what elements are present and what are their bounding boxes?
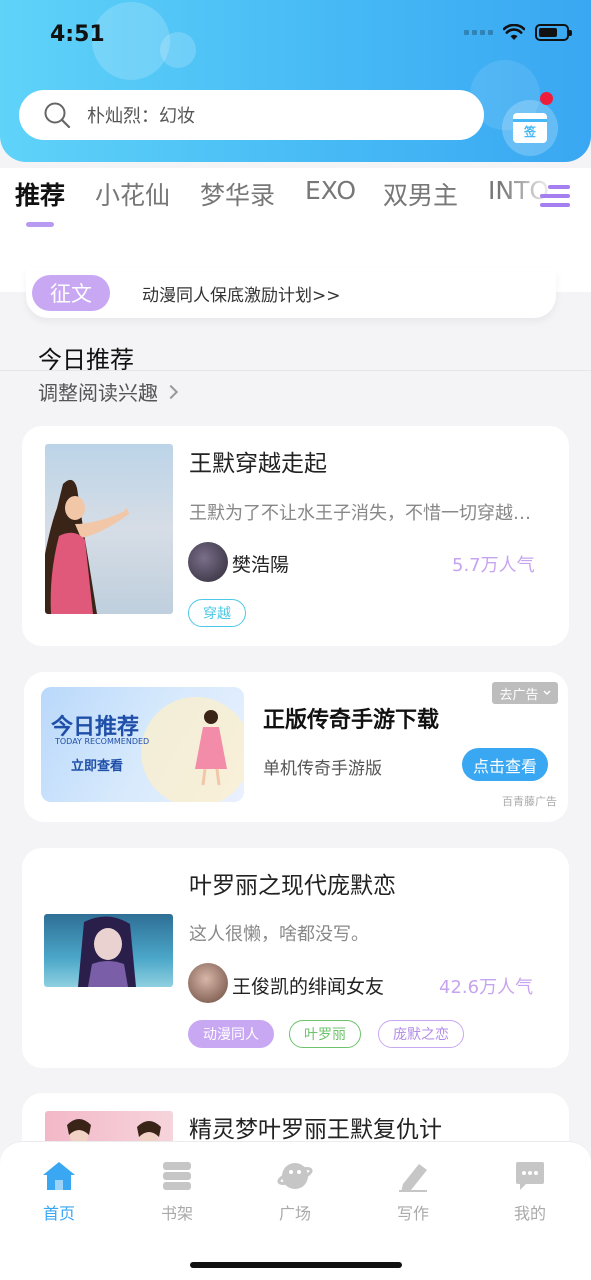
notice-text: 动漫同人保底激励计划>> [142, 285, 341, 306]
book-tag[interactable]: 穿越 [188, 599, 246, 627]
ad-source: 百青藤广告 [502, 795, 557, 808]
search-icon [44, 102, 71, 129]
popularity-count: 42.6万人气 [439, 977, 534, 998]
tab-indicator [26, 222, 54, 227]
nav-square[interactable]: 广场 [255, 1160, 335, 1224]
status-icons [464, 24, 572, 41]
adjust-interest-link[interactable]: 调整阅读兴趣 [38, 377, 179, 406]
ad-title: 正版传奇手游下载 [263, 708, 440, 733]
notice-banner[interactable]: 征文 动漫同人保底激励计划>> [26, 268, 556, 318]
nav-home[interactable]: 首页 [19, 1160, 99, 1224]
book-title: 精灵梦叶罗丽王默复仇计 [189, 1117, 442, 1143]
notice-badge: 征文 [32, 275, 110, 311]
planet-icon [277, 1160, 313, 1192]
book-tag[interactable]: 叶罗丽 [289, 1020, 361, 1048]
notification-dot [540, 92, 553, 105]
checkin-button[interactable]: 签 [502, 100, 558, 156]
book-cover [44, 914, 173, 987]
nav-me[interactable]: 我的 [490, 1160, 570, 1224]
home-indicator [190, 1262, 402, 1268]
divider [0, 370, 591, 371]
nav-bookshelf[interactable]: 书架 [137, 1160, 217, 1224]
status-time: 4:51 [50, 22, 105, 47]
bookshelf-icon [159, 1160, 195, 1192]
signal-icon [464, 30, 493, 35]
nav-write[interactable]: 写作 [373, 1160, 453, 1224]
nav-label: 书架 [160, 1204, 193, 1223]
tab-menghualu[interactable]: 梦华录 [200, 176, 275, 212]
book-cover [45, 444, 173, 614]
chevron-right-icon [163, 384, 179, 399]
author-name: 樊浩陽 [232, 554, 290, 576]
book-title: 叶罗丽之现代庞默恋 [189, 873, 396, 899]
search-bar[interactable]: 朴灿烈：幻妆 [19, 90, 484, 140]
remove-ad-label: 去广告 [499, 687, 539, 703]
menu-icon[interactable] [540, 185, 570, 213]
popularity-count: 5.7万人气 [452, 555, 535, 576]
author-name: 王俊凯的绯闻女友 [232, 976, 385, 998]
book-tag[interactable]: 动漫同人 [188, 1020, 274, 1048]
tab-shuangnanzhu[interactable]: 双男主 [383, 176, 458, 212]
ad-image-subtitle: TODAY RECOMMENDED [55, 737, 150, 746]
adjust-interest-label: 调整阅读兴趣 [38, 381, 158, 405]
ad-subtitle: 单机传奇手游版 [263, 759, 382, 779]
pen-icon [395, 1160, 431, 1192]
nav-label: 我的 [513, 1204, 546, 1223]
author-avatar [188, 542, 228, 582]
bottom-nav: 首页 书架 广场 写作 我的 [0, 1141, 591, 1280]
nav-label: 广场 [278, 1204, 311, 1223]
book-tag[interactable]: 庞默之恋 [378, 1020, 464, 1048]
home-icon [41, 1160, 77, 1192]
nav-label: 写作 [396, 1204, 429, 1223]
tab-recommend[interactable]: 推荐 [15, 176, 65, 212]
author-avatar [188, 963, 228, 1003]
wifi-icon [503, 24, 525, 40]
checkin-label: 签 [523, 124, 536, 139]
nav-label: 首页 [42, 1204, 75, 1223]
ad-image-cta: 立即查看 [71, 759, 124, 774]
remove-ad-button[interactable]: 去广告 [492, 682, 558, 704]
gift-icon: 签 [513, 113, 547, 143]
tab-exo[interactable]: EXO [305, 176, 356, 205]
tab-xiaohuaxian[interactable]: 小花仙 [95, 176, 170, 212]
ad-view-button[interactable]: 点击查看 [462, 748, 548, 781]
book-title: 王默穿越走起 [189, 451, 327, 477]
battery-icon [535, 24, 572, 41]
search-suggestion: 朴灿烈：幻妆 [87, 106, 195, 127]
book-description: 这人很懒，啥都没写。 [189, 924, 369, 945]
book-description: 王默为了不让水王子消失，不惜一切穿越… [189, 503, 531, 524]
chevron-down-icon [542, 690, 551, 696]
ad-image: 今日推荐 TODAY RECOMMENDED 立即查看 [41, 687, 244, 802]
chat-bubble-icon [512, 1160, 548, 1192]
